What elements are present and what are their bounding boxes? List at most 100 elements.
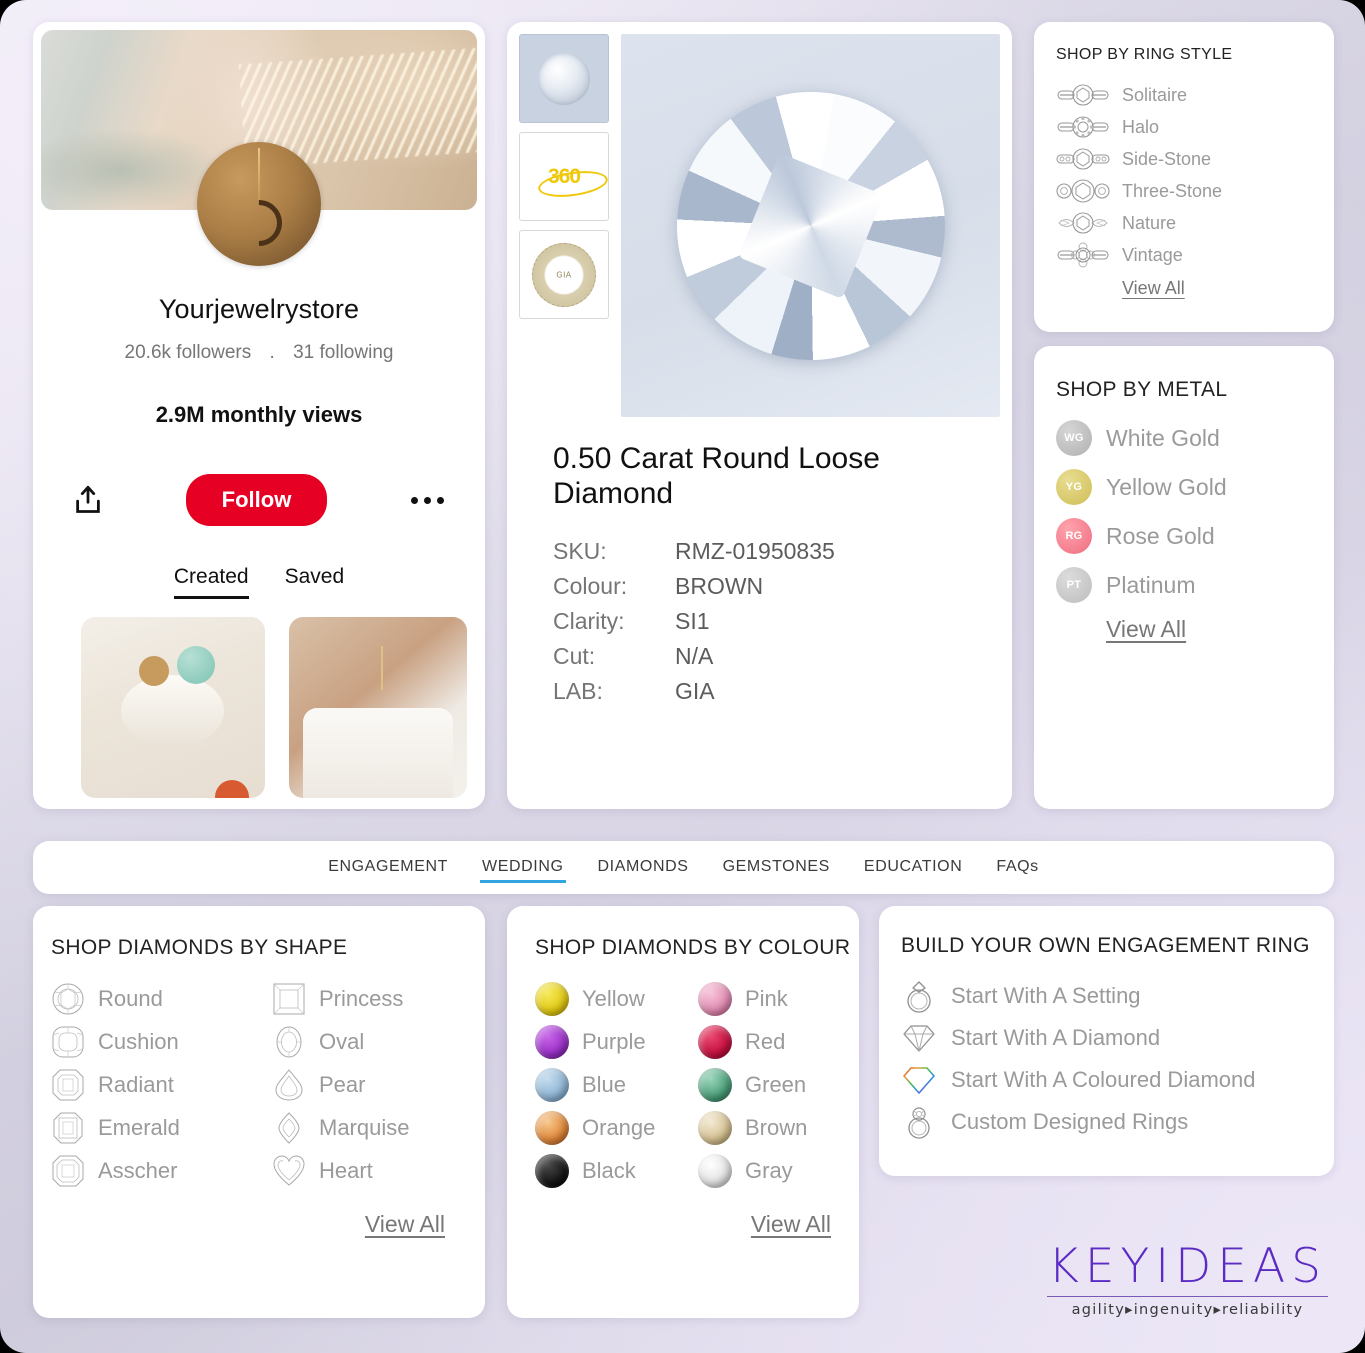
green-gem-icon bbox=[698, 1068, 732, 1102]
shape-item-marquise[interactable]: Marquise bbox=[272, 1111, 485, 1145]
ring-style-item-halo[interactable]: Halo bbox=[1056, 114, 1334, 140]
more-options-icon[interactable] bbox=[411, 496, 445, 504]
colour-label: Gray bbox=[745, 1158, 793, 1183]
shape-panel: SHOP DIAMONDS BY SHAPE Round Cushion Rad… bbox=[33, 906, 485, 1318]
shape-label: Oval bbox=[319, 1029, 365, 1054]
colour-label: Green bbox=[745, 1072, 807, 1097]
heart-shape-icon bbox=[273, 1155, 305, 1186]
tab-diamonds[interactable]: DIAMONDS bbox=[596, 853, 691, 883]
pin-grid bbox=[81, 617, 467, 798]
stats-separator: . bbox=[269, 342, 275, 363]
logo-wordmark: KEYIDEAS bbox=[1048, 1239, 1327, 1294]
build-item-custom-rings[interactable]: Custom Designed Rings bbox=[901, 1104, 1334, 1140]
shape-item-princess[interactable]: Princess bbox=[272, 982, 485, 1016]
thumbnail-strip: 360 bbox=[519, 34, 609, 417]
colour-item-blue[interactable]: Blue bbox=[535, 1068, 690, 1102]
colour-label: Brown bbox=[745, 1115, 808, 1140]
build-item-diamond[interactable]: Start With A Diamond bbox=[901, 1020, 1334, 1056]
shape-item-radiant[interactable]: Radiant bbox=[51, 1068, 264, 1102]
blue-gem-icon bbox=[535, 1068, 569, 1102]
colour-item-orange[interactable]: Orange bbox=[535, 1111, 690, 1145]
yellow-gem-icon bbox=[535, 982, 569, 1016]
metal-item-rose-gold[interactable]: RG Rose Gold bbox=[1056, 518, 1334, 554]
ring-style-label: Solitaire bbox=[1122, 84, 1188, 105]
tab-saved[interactable]: Saved bbox=[285, 565, 345, 599]
shape-item-pear[interactable]: Pear bbox=[272, 1068, 485, 1102]
profile-tabs: Created Saved bbox=[33, 565, 485, 599]
spec-value: N/A bbox=[675, 642, 714, 669]
colour-item-black[interactable]: Black bbox=[535, 1154, 690, 1188]
logo-divider bbox=[1047, 1296, 1328, 1297]
colour-item-green[interactable]: Green bbox=[698, 1068, 853, 1102]
colour-view-all[interactable]: View All bbox=[751, 1211, 831, 1238]
spec-row: Colour: BROWN bbox=[553, 569, 1000, 604]
product-specs: SKU: RMZ-01950835 Colour: BROWN Clarity:… bbox=[553, 534, 1000, 709]
metal-view-all[interactable]: View All bbox=[1106, 616, 1186, 643]
metal-label: Yellow Gold bbox=[1106, 473, 1227, 500]
colour-item-purple[interactable]: Purple bbox=[535, 1025, 690, 1059]
tab-engagement[interactable]: ENGAGEMENT bbox=[326, 853, 450, 883]
build-item-coloured-diamond[interactable]: Start With A Coloured Diamond bbox=[901, 1062, 1334, 1098]
spec-key: Cut: bbox=[553, 642, 596, 669]
spec-row: Clarity: SI1 bbox=[553, 604, 1000, 639]
shape-item-heart[interactable]: Heart bbox=[272, 1154, 485, 1188]
marquise-shape-icon bbox=[278, 1112, 300, 1144]
colour-item-gray[interactable]: Gray bbox=[698, 1154, 853, 1188]
ring-style-item-side-stone[interactable]: Side-Stone bbox=[1056, 146, 1334, 172]
ring-style-item-three-stone[interactable]: Three-Stone bbox=[1056, 178, 1334, 204]
metal-item-platinum[interactable]: PT Platinum bbox=[1056, 567, 1334, 603]
shape-item-emerald[interactable]: Emerald bbox=[51, 1111, 264, 1145]
shape-item-round[interactable]: Round bbox=[51, 982, 264, 1016]
emerald-shape-icon bbox=[53, 1112, 83, 1144]
ring-style-label: Nature bbox=[1122, 212, 1177, 233]
shape-view-all[interactable]: View All bbox=[365, 1211, 445, 1238]
ring-style-item-vintage[interactable]: Vintage bbox=[1056, 242, 1334, 268]
spec-value: SI1 bbox=[675, 607, 710, 634]
metal-item-yellow-gold[interactable]: YG Yellow Gold bbox=[1056, 469, 1334, 505]
ring-style-heading: SHOP BY RING STYLE bbox=[1056, 46, 1233, 63]
diamond-photo-thumbnail[interactable] bbox=[519, 34, 609, 123]
profile-card: Yourjewelrystore 20.6k followers . 31 fo… bbox=[33, 22, 485, 809]
spec-value: BROWN bbox=[675, 572, 764, 599]
ring-style-item-nature[interactable]: Nature bbox=[1056, 210, 1334, 236]
spec-row: LAB: GIA bbox=[553, 674, 1000, 709]
product-hero-image[interactable] bbox=[621, 34, 1000, 417]
follow-button[interactable]: Follow bbox=[185, 474, 328, 526]
custom-ring-icon bbox=[908, 1107, 930, 1139]
pin-item[interactable] bbox=[288, 617, 467, 798]
shape-item-cushion[interactable]: Cushion bbox=[51, 1025, 264, 1059]
main-nav: ENGAGEMENT WEDDING DIAMONDS GEMSTONES ED… bbox=[33, 841, 1334, 894]
share-icon[interactable] bbox=[74, 485, 102, 515]
shape-item-asscher[interactable]: Asscher bbox=[51, 1154, 264, 1188]
shape-label: Marquise bbox=[319, 1115, 410, 1140]
pin-item[interactable] bbox=[81, 617, 265, 798]
ring-style-view-all[interactable]: View All bbox=[1122, 278, 1185, 299]
tab-wedding[interactable]: WEDDING bbox=[480, 853, 566, 883]
gia-certificate-thumbnail[interactable] bbox=[519, 230, 609, 319]
shape-label: Radiant bbox=[98, 1072, 174, 1097]
colour-heading: SHOP DIAMONDS BY COLOUR bbox=[535, 936, 851, 959]
colour-item-yellow[interactable]: Yellow bbox=[535, 982, 690, 1016]
diamond-icon bbox=[538, 52, 590, 105]
tab-education[interactable]: EDUCATION bbox=[862, 853, 964, 883]
product-media: 360 bbox=[519, 34, 1000, 417]
colour-item-pink[interactable]: Pink bbox=[698, 982, 853, 1016]
build-item-setting[interactable]: Start With A Setting bbox=[901, 978, 1334, 1014]
colour-item-red[interactable]: Red bbox=[698, 1025, 853, 1059]
spec-key: Colour: bbox=[553, 572, 628, 599]
colour-item-brown[interactable]: Brown bbox=[698, 1111, 853, 1145]
metal-item-white-gold[interactable]: WG White Gold bbox=[1056, 420, 1334, 456]
metal-list: WG White Gold YG Yellow Gold RG Rose Gol… bbox=[1056, 420, 1334, 643]
tab-created[interactable]: Created bbox=[173, 565, 249, 599]
diamond-icon bbox=[903, 1025, 935, 1052]
ring-style-item-solitaire[interactable]: Solitaire bbox=[1056, 82, 1334, 108]
tab-gemstones[interactable]: GEMSTONES bbox=[721, 853, 832, 883]
coloured-diamond-icon bbox=[903, 1067, 935, 1094]
product-card: 360 0.50 Carat Round Loose Diamond SKU: … bbox=[507, 22, 1012, 809]
tab-faqs[interactable]: FAQs bbox=[994, 853, 1040, 883]
360-view-thumbnail[interactable]: 360 bbox=[519, 132, 609, 221]
cushion-shape-icon bbox=[52, 1026, 84, 1058]
orange-gem-icon bbox=[535, 1111, 569, 1145]
avatar[interactable] bbox=[197, 142, 321, 266]
shape-item-oval[interactable]: Oval bbox=[272, 1025, 485, 1059]
